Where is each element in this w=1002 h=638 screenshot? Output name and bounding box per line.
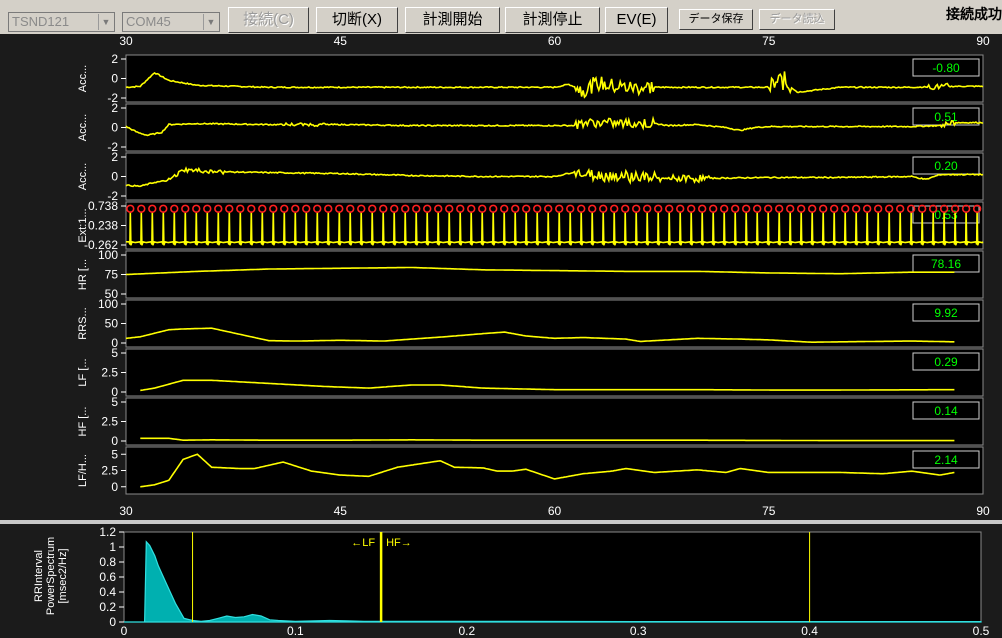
spectrum-plot-area bbox=[123, 531, 982, 623]
spectrum-ylabel-line: RRInterval bbox=[33, 550, 45, 602]
y-tick-label: 100 bbox=[98, 248, 118, 262]
device-select[interactable]: TSND121 ▼ bbox=[8, 12, 115, 32]
chart-ylabel: LF/H... bbox=[77, 454, 89, 487]
chart-ylabel: Acc... bbox=[77, 65, 89, 93]
y-tick-label: 0 bbox=[111, 72, 118, 86]
chart-ylabel: Ext:1... bbox=[77, 208, 89, 242]
power-spectrum-chart: 1.210.80.60.40.200 0.1 0.2 0.3 0.4 0.5RRInter… bbox=[33, 525, 990, 638]
y-tick-label: 0.238 bbox=[88, 219, 118, 233]
y-tick-label: 0.6 bbox=[99, 570, 116, 584]
x-tick-label: 0.2 bbox=[458, 624, 475, 638]
x-tick-label: 0.3 bbox=[630, 624, 647, 638]
chart-pane: 52.50LF [... 0.29 bbox=[77, 346, 984, 399]
y-tick-label: 2 bbox=[111, 101, 118, 115]
y-tick-label: 2 bbox=[111, 150, 118, 164]
time-tick-label-top: 90 bbox=[976, 34, 990, 48]
time-tick-label-bottom: 60 bbox=[548, 504, 562, 518]
value-readout: 9.92 bbox=[934, 306, 958, 320]
x-tick-label: 0 bbox=[121, 624, 128, 638]
y-tick-label: 2.5 bbox=[101, 464, 118, 478]
disconnect-button[interactable]: 切断(X) bbox=[316, 7, 398, 33]
chart-ylabel: RRS... bbox=[77, 307, 89, 339]
connection-status: 接続成功 bbox=[946, 6, 1002, 22]
lf-band-label: ←LF bbox=[351, 537, 375, 549]
save-data-button[interactable]: データ保存 bbox=[679, 9, 753, 30]
chart-plot-area bbox=[125, 250, 984, 299]
device-select-value: TSND121 bbox=[12, 14, 70, 29]
x-tick-label: 0.4 bbox=[801, 624, 818, 638]
y-tick-label: 2.5 bbox=[101, 415, 118, 429]
y-tick-label: 0 bbox=[111, 170, 118, 184]
spectrum-ylabel-line: [msec2/Hz] bbox=[57, 548, 69, 603]
y-tick-label: 0.2 bbox=[99, 600, 116, 614]
y-tick-label: 0.738 bbox=[88, 199, 118, 213]
time-tick-label-bottom: 45 bbox=[334, 504, 348, 518]
y-tick-label: 0 bbox=[109, 615, 116, 629]
value-readout: 2.14 bbox=[934, 453, 958, 467]
time-tick-label-bottom: 30 bbox=[119, 504, 133, 518]
y-tick-label: 5 bbox=[111, 447, 118, 461]
chart-pane: 20-2Acc... 0.20 bbox=[77, 150, 984, 203]
chart-plot-area bbox=[125, 103, 984, 152]
hf-band-label: HF→ bbox=[386, 537, 412, 549]
time-tick-label-top: 75 bbox=[762, 34, 776, 48]
chart-pane: 1007550HR [... 78.16 bbox=[77, 248, 984, 301]
y-tick-label: 100 bbox=[98, 297, 118, 311]
spectrum-ylabel-line: PowerSpectrum bbox=[45, 537, 57, 615]
y-tick-label: 5 bbox=[111, 395, 118, 409]
start-measurement-button[interactable]: 計測開始 bbox=[405, 7, 500, 33]
chart-ylabel: HR [... bbox=[77, 259, 89, 290]
chart-plot-area bbox=[125, 299, 984, 348]
chevron-down-icon[interactable]: ▼ bbox=[203, 14, 218, 30]
chart-pane: 100500RRS... 9.92 bbox=[77, 297, 984, 350]
port-select[interactable]: COM45 ▼ bbox=[122, 12, 220, 32]
chart-pane: 20-2Acc... 0.51 bbox=[77, 101, 984, 154]
time-tick-label-top: 60 bbox=[548, 34, 562, 48]
y-tick-label: 0.4 bbox=[99, 585, 116, 599]
connect-button[interactable]: 接続(C) bbox=[228, 7, 309, 33]
spectrum-panel: 1.2 1 0.8 0.6 0.4 0.2 0 0 0.1 0.2 0.3 0.4 0.5 RRInter… bbox=[0, 524, 1002, 638]
chart-plot-area bbox=[125, 54, 984, 103]
y-tick-label: 50 bbox=[105, 317, 119, 331]
chart-plot-area bbox=[125, 446, 984, 495]
time-tick-label-top: 30 bbox=[119, 34, 133, 48]
toolbar: TSND121 ▼ COM45 ▼ 接続(C) 切断(X) 計測開始 計測停止 … bbox=[0, 0, 1002, 34]
port-select-value: COM45 bbox=[126, 14, 171, 29]
value-readout: 0.29 bbox=[934, 355, 958, 369]
chart-pane: 0.7380.238-0.262Ext:1... 0.53 bbox=[77, 199, 984, 252]
chart-ylabel: HF [... bbox=[77, 407, 89, 437]
value-readout: 0.14 bbox=[934, 404, 958, 418]
timeseries-panel: 30 30 45 45 60 60 75 75 90 90 2 0 -2 Acc... -0.80 2 0 -2 A… bbox=[0, 34, 1002, 520]
value-readout: 78.16 bbox=[931, 257, 961, 271]
y-tick-label: 75 bbox=[105, 268, 119, 282]
x-tick-label: 0.5 bbox=[973, 624, 990, 638]
time-tick-label-bottom: 75 bbox=[762, 504, 776, 518]
ev-button[interactable]: EV(E) bbox=[605, 7, 668, 33]
chart-ylabel: Acc... bbox=[77, 114, 89, 142]
chart-pane: 20-2Acc... -0.80 bbox=[77, 52, 984, 105]
y-tick-label: 0 bbox=[111, 434, 118, 448]
time-tick-label-bottom: 90 bbox=[976, 504, 990, 518]
y-tick-label: 5 bbox=[111, 346, 118, 360]
value-readout: -0.80 bbox=[932, 61, 960, 75]
stop-measurement-button[interactable]: 計測停止 bbox=[505, 7, 600, 33]
time-tick-label-top: 45 bbox=[334, 34, 348, 48]
y-tick-label: 0 bbox=[111, 121, 118, 135]
load-data-button[interactable]: データ読込 bbox=[759, 9, 835, 30]
chart-ylabel: LF [... bbox=[77, 358, 89, 386]
chart-pane: 5 2.5 0 HF [... 0.14 bbox=[77, 395, 984, 448]
chevron-down-icon[interactable]: ▼ bbox=[98, 14, 113, 30]
y-tick-label: 1 bbox=[109, 540, 116, 554]
chart-pane: 5 2.5 0 LF/H... 2.14 bbox=[77, 446, 984, 495]
timeseries-charts: 3030454560607575909020-2Acc... -0.8020-2A… bbox=[77, 34, 990, 518]
x-tick-label: 0.1 bbox=[287, 624, 304, 638]
value-readout: 0.20 bbox=[934, 159, 958, 173]
y-tick-label: 1.2 bbox=[99, 525, 116, 539]
y-tick-label: 2 bbox=[111, 52, 118, 66]
chart-ylabel: Acc... bbox=[77, 163, 89, 191]
y-tick-label: 0.8 bbox=[99, 555, 116, 569]
y-tick-label: 2.5 bbox=[101, 366, 118, 380]
y-tick-label: 0 bbox=[111, 480, 118, 494]
chart-plot-area bbox=[125, 397, 984, 446]
